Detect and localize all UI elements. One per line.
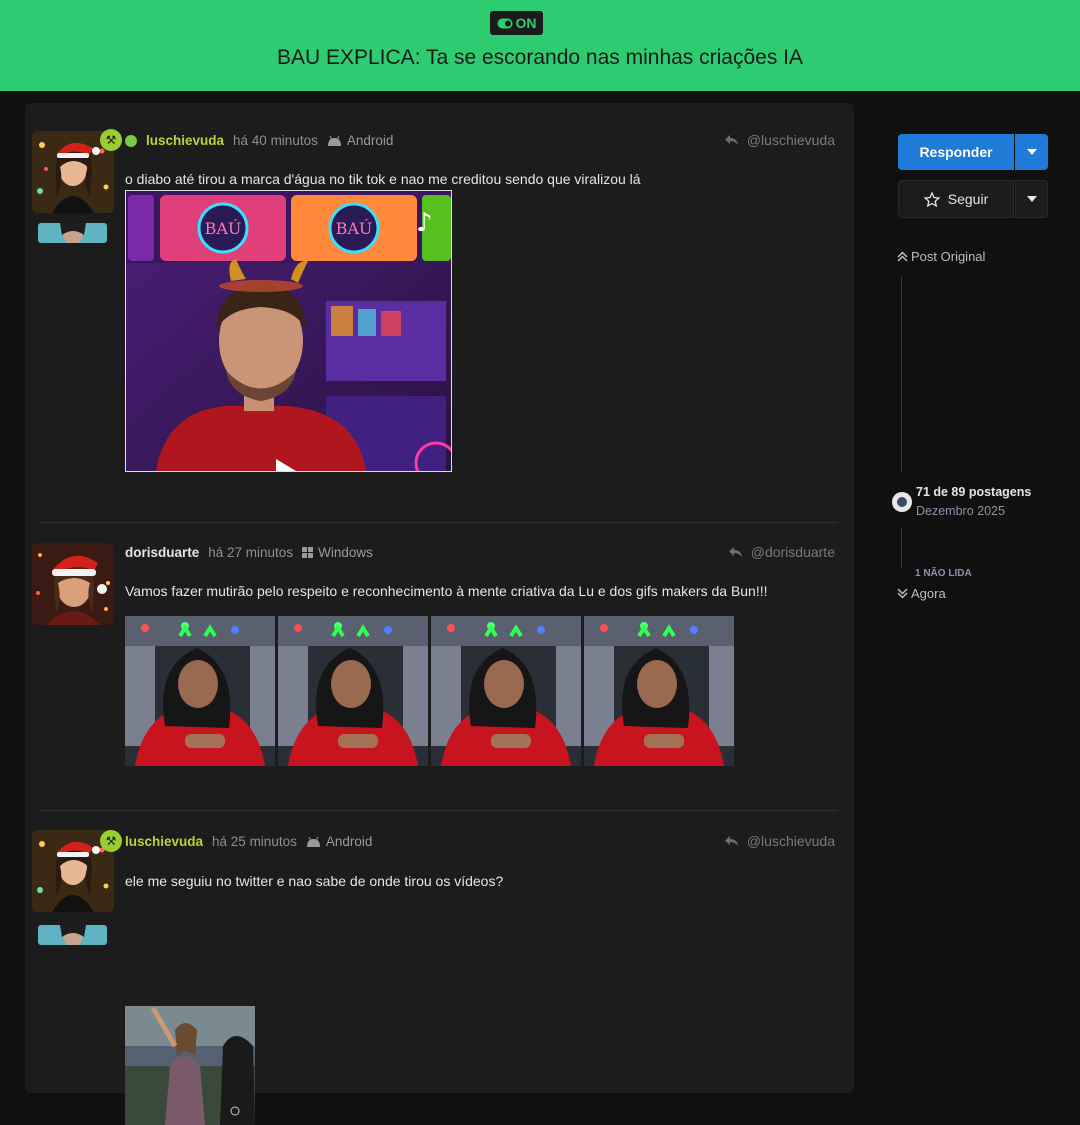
reply-to-link[interactable]: @luschievuda (724, 833, 835, 849)
timeline-handle[interactable] (892, 492, 912, 512)
device-label: Android (325, 834, 373, 849)
gif-image[interactable] (125, 616, 275, 766)
svg-text:BAÚ: BAÚ (336, 218, 373, 238)
avatar[interactable] (32, 543, 114, 625)
post-time[interactable]: há 25 minutos (212, 834, 297, 849)
status-badge-label: ON (515, 15, 537, 31)
post-body: o diabo até tirou a marca d'água no tik … (125, 171, 641, 187)
latest-post-link[interactable]: Agora (897, 586, 946, 601)
timeline-date: Dezembro 2025 (916, 504, 1005, 518)
android-icon (306, 836, 320, 847)
timeline-track-lower (901, 528, 902, 568)
hammer-flair-icon: ⚒ (100, 830, 122, 852)
post: ⚒ luschievuda há 25 minutos Android @lus… (25, 810, 854, 1125)
status-badge: ON (490, 11, 543, 35)
gif-image[interactable] (584, 616, 734, 766)
reply-to-link[interactable]: @dorisduarte (728, 544, 835, 560)
follow-button-label: Seguir (947, 191, 989, 207)
username[interactable]: dorisduarte (125, 545, 199, 560)
reply-to-user: @dorisduarte (750, 544, 835, 560)
post-meta: luschievuda há 25 minutos Android (125, 834, 372, 849)
topic-title: BAU EXPLICA: Ta se escorando nas minhas … (276, 46, 804, 69)
reply-button[interactable]: Responder (898, 134, 1014, 170)
gif-row (125, 616, 734, 766)
post-body: Vamos fazer mutirão pelo respeito e reco… (125, 583, 768, 599)
gif-image[interactable] (278, 616, 428, 766)
original-post-label: Post Original (911, 249, 986, 264)
toggle-icon (497, 18, 512, 28)
device-label: Android (346, 133, 394, 148)
reply-icon (724, 836, 738, 846)
reply-button-label: Responder (919, 144, 993, 160)
original-post-link[interactable]: Post Original (897, 249, 985, 264)
double-chevron-down-icon (897, 588, 908, 599)
follow-button[interactable]: Seguir (898, 180, 1014, 218)
post-device: Android (306, 834, 373, 849)
posts-stream: ⚒ luschievuda há 40 minutos Android @lus… (25, 103, 854, 1125)
post-meta: luschievuda há 40 minutos Android (125, 133, 393, 148)
online-status-dot (125, 134, 137, 147)
post: dorisduarte há 27 minutos Windows @doris… (25, 523, 854, 811)
post-device: Windows (302, 545, 373, 560)
reply-to-user: @luschievuda (746, 132, 835, 148)
topic-banner: ON BAU EXPLICA: Ta se escorando nas minh… (0, 0, 1080, 91)
post-time[interactable]: há 40 minutos (233, 133, 318, 148)
device-label: Windows (318, 545, 373, 560)
hammer-flair-icon: ⚒ (100, 129, 122, 151)
caret-down-icon (1026, 149, 1037, 155)
timeline-track (901, 277, 902, 473)
windows-icon (302, 547, 314, 558)
username[interactable]: luschievuda (125, 834, 203, 849)
user-badge-image (38, 223, 107, 243)
video-embed[interactable]: BAÚ BAÚ ♪ (125, 190, 452, 472)
android-icon (327, 135, 341, 146)
star-icon (923, 191, 940, 207)
post: ⚒ luschievuda há 40 minutos Android @lus… (25, 103, 854, 523)
reply-to-link[interactable]: @luschievuda (724, 132, 835, 148)
username[interactable]: luschievuda (146, 133, 224, 148)
reply-icon (728, 547, 742, 557)
gif-image[interactable] (431, 616, 581, 766)
follow-options-dropdown[interactable] (1015, 180, 1048, 218)
post-body: ele me seguiu no twitter e nao sabe de o… (125, 873, 504, 889)
post-meta: dorisduarte há 27 minutos Windows (125, 545, 373, 560)
reply-to-user: @luschievuda (746, 833, 835, 849)
unread-count[interactable]: 1 NÃO LIDA (915, 568, 972, 579)
svg-text:BAÚ: BAÚ (205, 218, 242, 238)
post-device: Android (327, 133, 394, 148)
svg-text:♪: ♪ (416, 208, 433, 238)
reply-options-dropdown[interactable] (1015, 134, 1048, 170)
timeline-position: 71 de 89 postagens (916, 485, 1032, 499)
post-image[interactable] (125, 1006, 255, 1125)
latest-post-label: Agora (911, 586, 946, 601)
reply-icon (724, 135, 738, 145)
user-badge-image (38, 925, 107, 945)
double-chevron-up-icon (897, 251, 908, 262)
post-time[interactable]: há 27 minutos (208, 545, 293, 560)
caret-down-icon (1026, 196, 1037, 202)
